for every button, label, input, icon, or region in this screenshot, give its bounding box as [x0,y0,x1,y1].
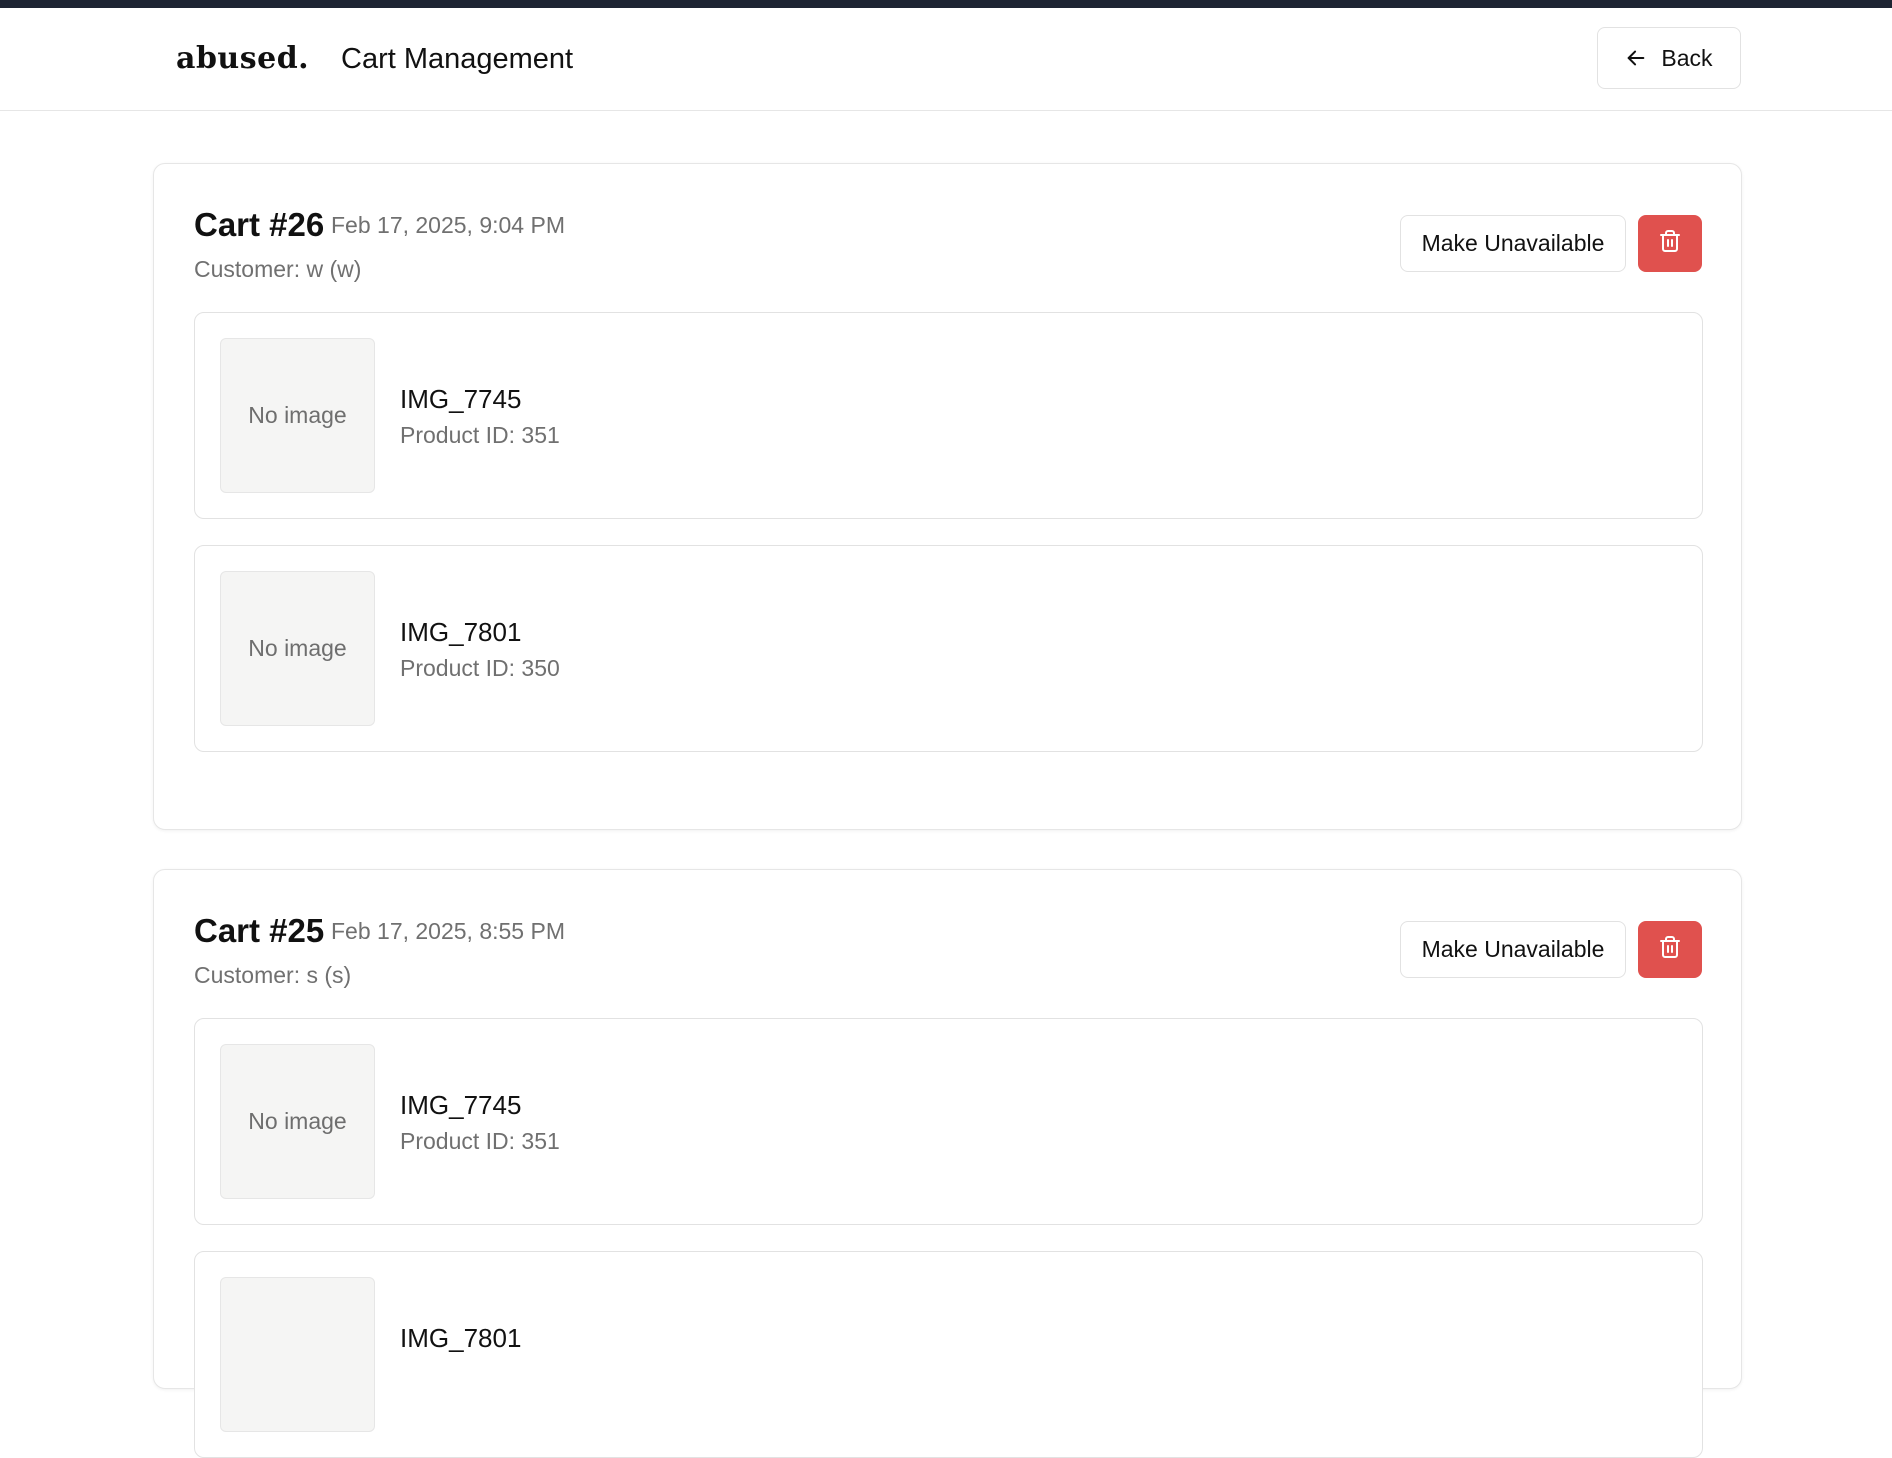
logo[interactable]: abused. [176,41,309,76]
trash-icon [1658,229,1682,258]
cart-card: Cart #25 Feb 17, 2025, 8:55 PM Customer:… [153,869,1742,1458]
cart-card: Cart #26 Feb 17, 2025, 9:04 PM Customer:… [153,163,1742,830]
trash-icon [1658,935,1682,964]
app-header: abused. Cart Management Back [0,8,1892,111]
cart-item: No image IMG_7801 Product ID: 350 [194,545,1703,752]
product-image-placeholder: No image [220,571,375,726]
cart-customer: Customer: w (w) [194,256,362,282]
back-button[interactable]: Back [1597,27,1741,89]
product-name: IMG_7745 [400,1090,522,1120]
cart-item: IMG_7801 [194,1251,1703,1458]
top-bar [0,0,1892,8]
cart-title: Cart #26 [194,206,325,243]
arrow-left-icon [1625,47,1647,69]
cart-customer: Customer: s (s) [194,962,352,988]
product-name: IMG_7801 [400,617,522,647]
product-name: IMG_7801 [400,1323,522,1353]
product-id: Product ID: 351 [400,422,560,448]
cart-item: No image IMG_7745 Product ID: 351 [194,312,1703,519]
delete-cart-button[interactable] [1638,215,1702,272]
make-unavailable-button[interactable]: Make Unavailable [1400,921,1626,978]
make-unavailable-button[interactable]: Make Unavailable [1400,215,1626,272]
page-title: Cart Management [341,43,574,75]
cart-item: No image IMG_7745 Product ID: 351 [194,1018,1703,1225]
product-image-placeholder [220,1277,375,1432]
product-id: Product ID: 351 [400,1128,560,1154]
product-name: IMG_7745 [400,384,522,414]
product-image-placeholder: No image [220,1044,375,1199]
product-id: Product ID: 350 [400,655,560,681]
delete-cart-button[interactable] [1638,921,1702,978]
cart-date: Feb 17, 2025, 9:04 PM [331,212,565,238]
cart-title: Cart #25 [194,912,325,949]
product-image-placeholder: No image [220,338,375,493]
back-button-label: Back [1661,44,1713,71]
cart-date: Feb 17, 2025, 8:55 PM [331,918,565,944]
